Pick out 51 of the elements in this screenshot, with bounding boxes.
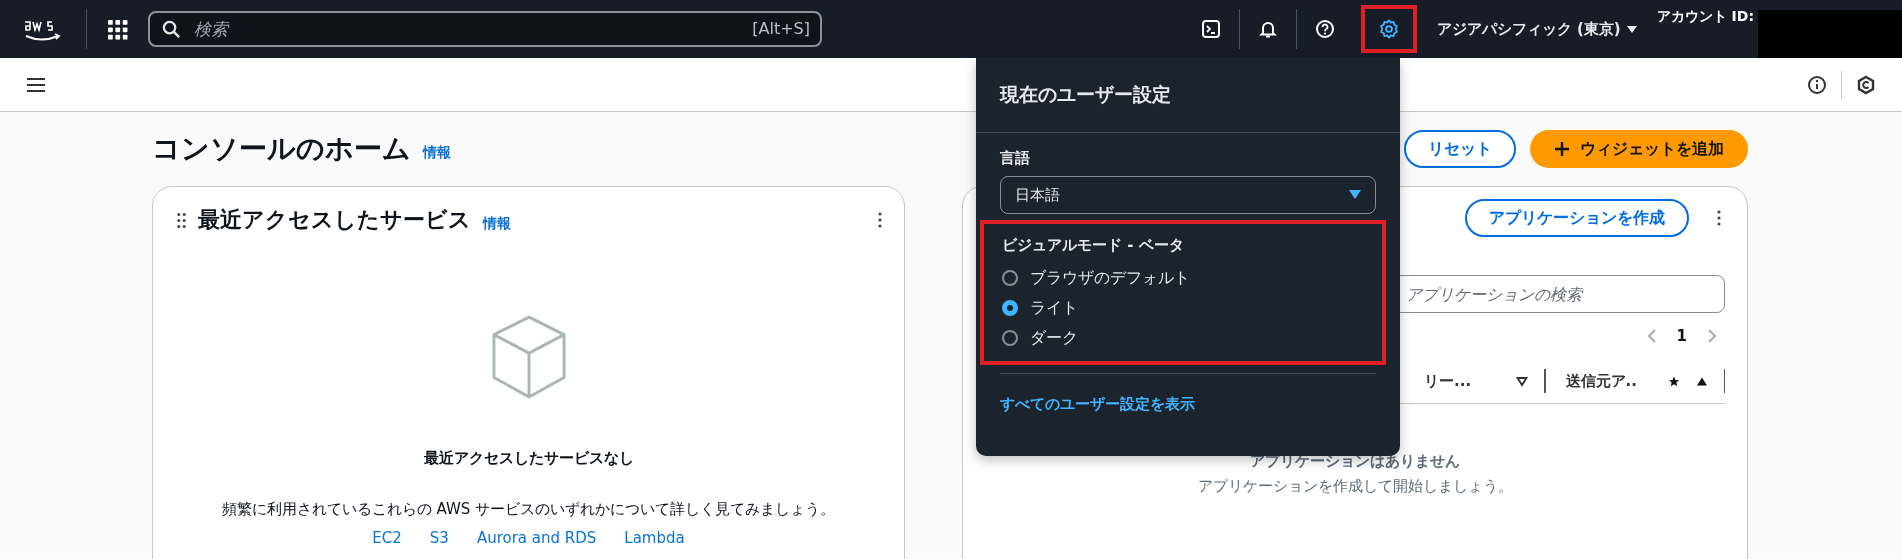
hexagon-icon[interactable] — [1856, 74, 1876, 95]
region-selector[interactable]: アジアパシフィック (東京) — [1424, 19, 1649, 39]
add-widget-button[interactable]: ウィジェットを追加 — [1530, 130, 1748, 168]
empty-state-title: 最近アクセスしたサービスなし — [423, 449, 634, 468]
menu-title: 現在のユーザー設定 — [976, 58, 1400, 133]
reset-button[interactable]: リセット — [1404, 130, 1516, 168]
service-link[interactable]: EC2 — [372, 529, 402, 547]
filter-icon[interactable] — [1516, 375, 1528, 387]
sort-ascending-icon[interactable] — [1695, 375, 1708, 387]
column-header[interactable]: 送信元ア.. — [1565, 371, 1660, 391]
radio-option[interactable]: ダーク — [1002, 323, 1368, 353]
create-application-button[interactable]: アプリケーションを作成 — [1465, 199, 1689, 237]
empty-state-text: アプリケーションを作成して開始しましょう。 — [1196, 477, 1514, 496]
radio-button[interactable] — [1002, 300, 1018, 316]
service-link[interactable]: S3 — [429, 529, 449, 547]
account-label: アカウント ID: — [1656, 8, 1754, 26]
radio-button[interactable] — [1002, 330, 1018, 346]
drag-handle-icon[interactable] — [177, 212, 186, 228]
radio-option[interactable]: ブラウザのデフォルト — [1002, 263, 1368, 293]
notification-bell-icon[interactable] — [1257, 19, 1278, 39]
empty-state-text: 頻繁に利用されているこれらの AWS サービスのいずれかについて詳しく見てみましょう。 — [221, 500, 836, 519]
view-all-settings-link[interactable]: すべてのユーザー設定を表示 — [1000, 395, 1195, 413]
cube-icon — [491, 315, 566, 399]
info-link[interactable]: 情報 — [423, 144, 451, 162]
caret-icon — [1349, 190, 1361, 200]
radio-option[interactable]: ライト — [1002, 293, 1368, 323]
service-link[interactable]: Aurora and RDS — [476, 529, 597, 547]
page-number[interactable]: 1 — [1676, 327, 1687, 345]
plus-icon — [1554, 141, 1570, 157]
settings-icon — [1377, 18, 1400, 40]
service-link[interactable]: Lambda — [624, 529, 685, 547]
info-link[interactable]: 情報 — [483, 215, 511, 233]
terminal-icon[interactable] — [1200, 19, 1221, 39]
caret-icon — [1626, 25, 1637, 33]
column-header[interactable]: リー... — [1424, 371, 1508, 391]
help-icon[interactable] — [1314, 19, 1335, 39]
info-icon[interactable] — [1807, 74, 1827, 95]
more-options-icon[interactable] — [878, 212, 882, 228]
menu-icon[interactable] — [26, 76, 46, 93]
search-icon — [162, 20, 181, 39]
visual-mode-label: ビジュアルモード - ベータ — [1002, 236, 1185, 255]
more-options-icon[interactable] — [1717, 210, 1721, 226]
shortcut-hint: [Alt+S] — [752, 19, 810, 38]
star-icon[interactable] — [1667, 375, 1680, 387]
card-title: 最近アクセスしたサービス — [198, 206, 471, 234]
settings-button[interactable] — [1360, 5, 1417, 53]
apps-grid-icon[interactable] — [107, 18, 128, 40]
page-title: コンソールのホーム — [152, 131, 411, 167]
radio-button[interactable] — [1002, 270, 1018, 286]
language-label: 言語 — [1000, 149, 1031, 168]
language-select[interactable]: 日本語 — [1000, 176, 1376, 214]
